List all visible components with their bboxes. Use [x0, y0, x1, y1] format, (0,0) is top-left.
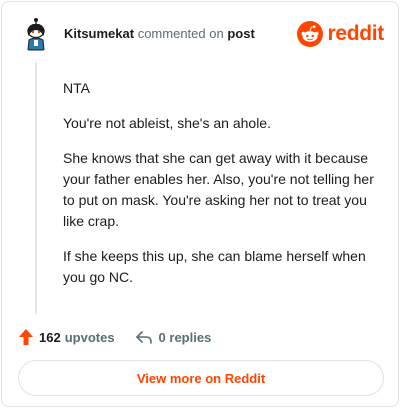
comment-paragraph: If she keeps this up, she can blame hers…: [63, 248, 366, 285]
thread-line: [35, 62, 37, 314]
embedded-comment-card: Kitsumekat commented on post reddit NTA …: [1, 1, 399, 407]
upvote-label: upvotes: [64, 329, 115, 345]
reddit-logo[interactable]: reddit: [297, 20, 384, 48]
comment-paragraph: NTA: [63, 80, 90, 96]
username-link[interactable]: Kitsumekat: [64, 26, 134, 41]
comment-header: Kitsumekat commented on post reddit: [18, 16, 384, 52]
user-avatar[interactable]: [18, 16, 54, 52]
snoo-icon: [297, 21, 324, 47]
upvote-count: 162: [39, 329, 61, 345]
brand-wordmark: reddit: [327, 22, 384, 45]
upvote-button[interactable]: 162 upvotes: [18, 328, 115, 346]
replies-count: 0 replies: [158, 329, 212, 345]
view-more-button[interactable]: View more on Reddit: [18, 360, 384, 396]
reply-arrow-icon: [135, 331, 152, 344]
comment-paragraph: She knows that she can get away with it …: [63, 150, 374, 229]
avatar-icon: [18, 16, 54, 52]
post-link[interactable]: post: [227, 26, 254, 41]
upvote-arrow-icon: [19, 329, 33, 345]
comment-body: NTA You're not ableist, she's an ahole. …: [63, 78, 383, 302]
replies-button[interactable]: 0 replies: [135, 329, 212, 345]
comment-meta: Kitsumekat commented on post: [64, 26, 255, 42]
comment-paragraph: You're not ableist, she's an ahole.: [63, 115, 271, 131]
comment-actions: 162 upvotes 0 replies: [18, 326, 211, 348]
commented-on-text: commented on: [137, 26, 224, 41]
